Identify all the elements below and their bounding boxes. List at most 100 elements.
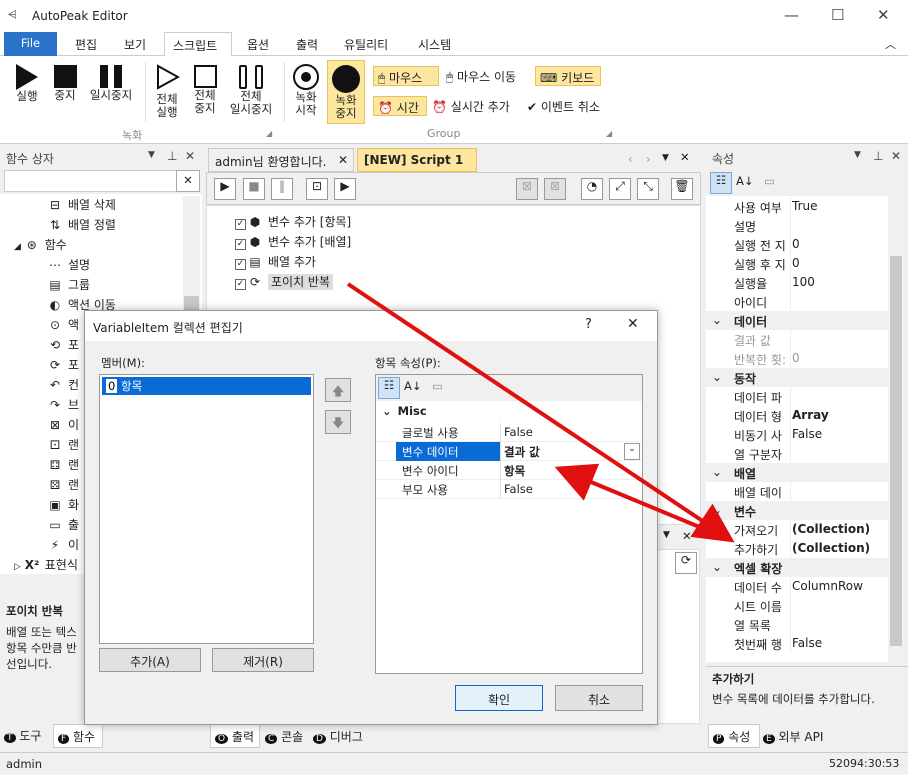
- tree-item[interactable]: ▭ 출: [48, 516, 79, 533]
- tree-item[interactable]: ↷ 브: [48, 396, 79, 413]
- property-row[interactable]: 설명: [706, 216, 888, 235]
- collapse-button[interactable]: ⤡: [637, 178, 659, 200]
- tab-script-1[interactable]: [NEW] Script 1: [357, 148, 477, 172]
- stop-all-button[interactable]: 전체 중지: [188, 64, 222, 115]
- expand-button[interactable]: ⤢: [609, 178, 631, 200]
- checkbox[interactable]: ✓: [235, 279, 246, 290]
- tree-item[interactable]: ◢ ⊛ 함수: [14, 236, 67, 253]
- dropdown-icon[interactable]: ▼: [148, 150, 155, 160]
- tree-item[interactable]: ⟲ 포: [48, 336, 79, 353]
- script-line[interactable]: ✓ ▤ 배열 추가: [235, 253, 316, 270]
- categorized-icon[interactable]: ☷: [378, 377, 400, 399]
- dialog-launcher-icon[interactable]: ◢: [606, 129, 612, 138]
- prop-row-parent[interactable]: 부모 사용 False: [376, 480, 642, 499]
- add-button[interactable]: 추가(A): [99, 648, 201, 672]
- file-menu[interactable]: File: [4, 32, 57, 56]
- function-search-input[interactable]: [4, 170, 200, 192]
- delete-button[interactable]: 🗑: [671, 178, 693, 200]
- play-button[interactable]: ▶: [214, 178, 236, 200]
- categorized-icon[interactable]: ☷: [710, 172, 732, 194]
- menu-script-tab[interactable]: 스크립트: [164, 32, 232, 57]
- menu-view[interactable]: 보기: [124, 36, 146, 53]
- property-row[interactable]: 열 목록: [706, 615, 888, 634]
- refresh-button[interactable]: ⟳: [675, 552, 697, 574]
- property-row[interactable]: 사용 여부 True: [706, 197, 888, 216]
- checkbox[interactable]: ✓: [235, 239, 246, 250]
- property-category[interactable]: ⌄ 동작: [706, 368, 888, 387]
- dropdown-icon[interactable]: ▼: [662, 153, 669, 163]
- property-row[interactable]: 반복한 횟: 0: [706, 349, 888, 368]
- tab-functions[interactable]: F 함수: [53, 724, 103, 748]
- stop-button-small[interactable]: ■: [243, 178, 265, 200]
- property-row[interactable]: 실행 후 지0: [706, 254, 888, 273]
- pause-button[interactable]: 일시중지: [86, 64, 136, 102]
- menu-system[interactable]: 시스템: [418, 36, 451, 53]
- disabled-button[interactable]: ⊠: [544, 178, 566, 200]
- timer-button[interactable]: ◔: [581, 178, 603, 200]
- tree-item[interactable]: ⇅ 배열 정렬: [48, 216, 116, 233]
- move-down-button[interactable]: 🡇: [325, 410, 351, 434]
- property-row[interactable]: 가져오기 (Collection): [706, 520, 888, 539]
- prop-row-variable-data[interactable]: 변수 데이터 결과 값 ⌄: [376, 442, 642, 461]
- run-from-button[interactable]: ▶: [334, 178, 356, 200]
- remove-button[interactable]: 제거(R): [212, 648, 314, 672]
- disabled-button[interactable]: ⊠: [516, 178, 538, 200]
- dialog-launcher-icon[interactable]: ◢: [266, 129, 272, 138]
- property-row[interactable]: 아이디: [706, 292, 888, 311]
- tree-item[interactable]: ▣ 화: [48, 496, 79, 513]
- realtime-add-button[interactable]: ⏰ 실시간 추가: [432, 98, 510, 115]
- alphabetical-icon[interactable]: A↓: [404, 379, 422, 393]
- menu-utility[interactable]: 유틸리티: [344, 36, 388, 53]
- close-tab-icon[interactable]: ✕: [338, 153, 348, 167]
- property-row[interactable]: 열 구분자: [706, 444, 888, 463]
- members-list[interactable]: 0 항목: [99, 374, 314, 644]
- property-row[interactable]: 비동기 사 False: [706, 425, 888, 444]
- property-category[interactable]: ⌄ 데이터: [706, 311, 888, 330]
- tab-external-api[interactable]: E 외부 API: [763, 728, 823, 745]
- tree-item[interactable]: ⊟ 배열 삭제: [48, 196, 116, 213]
- menu-edit[interactable]: 편집: [75, 36, 97, 53]
- tree-item[interactable]: ⚡ 이: [48, 536, 79, 553]
- run-button[interactable]: 실행: [10, 64, 44, 103]
- tree-item[interactable]: ⋯ 설명: [48, 256, 90, 273]
- menu-options[interactable]: 옵션: [247, 36, 269, 53]
- ok-button[interactable]: 확인: [455, 685, 543, 711]
- dropdown-button[interactable]: ⌄: [624, 443, 640, 460]
- close-pane-icon[interactable]: ✕: [891, 149, 901, 163]
- move-up-button[interactable]: 🡅: [325, 378, 351, 402]
- property-row[interactable]: 데이터 파: [706, 387, 888, 406]
- property-row[interactable]: 데이터 형 Array: [706, 406, 888, 425]
- dialog-close-icon[interactable]: ✕: [627, 316, 639, 332]
- tab-welcome[interactable]: admin님 환영합니다. ✕: [208, 148, 354, 172]
- step-button[interactable]: ⊡: [306, 178, 328, 200]
- prop-row-variable-id[interactable]: 변수 아이디 항목: [376, 461, 642, 480]
- tree-item[interactable]: ▷ X² 표현식: [14, 556, 78, 573]
- property-row[interactable]: 추가하기 (Collection): [706, 539, 888, 558]
- dropdown-icon[interactable]: ▼: [663, 530, 670, 540]
- close-icon[interactable]: ✕: [877, 6, 890, 24]
- dropdown-icon[interactable]: ▼: [854, 150, 861, 160]
- close-pane-icon[interactable]: ✕: [682, 529, 692, 543]
- menu-output[interactable]: 출력: [296, 36, 318, 53]
- tree-item[interactable]: ⚃ 랜: [48, 456, 79, 473]
- pin-icon[interactable]: ⊥: [167, 149, 177, 163]
- keyboard-toggle[interactable]: ⌨ 키보드: [535, 66, 601, 86]
- time-toggle[interactable]: ⏰ 시간: [373, 96, 427, 116]
- property-category[interactable]: ⌄ 변수: [706, 501, 888, 520]
- tree-item[interactable]: ⚀ 랜: [48, 436, 79, 453]
- prop-row-global[interactable]: 글로벌 사용 False: [376, 423, 642, 442]
- scroll-left-icon[interactable]: ‹: [628, 152, 633, 166]
- property-row[interactable]: 배열 데이: [706, 482, 888, 501]
- checkbox[interactable]: ✓: [235, 219, 246, 230]
- checkbox[interactable]: ✓: [235, 259, 246, 270]
- mouse-toggle[interactable]: 🖱 마우스: [373, 66, 439, 86]
- scroll-right-icon[interactable]: ›: [646, 152, 651, 166]
- tree-item[interactable]: ⟳ 포: [48, 356, 79, 373]
- collapse-ribbon-icon[interactable]: ︿: [885, 36, 896, 52]
- tree-item[interactable]: ⊠ 이: [48, 416, 79, 433]
- tab-output[interactable]: O 출력: [210, 724, 260, 748]
- pause-button-small[interactable]: ‖: [271, 178, 293, 200]
- property-row[interactable]: 첫번째 행 False: [706, 634, 888, 653]
- property-row[interactable]: 데이터 수 ColumnRow: [706, 577, 888, 596]
- stop-button[interactable]: 중지: [50, 64, 80, 102]
